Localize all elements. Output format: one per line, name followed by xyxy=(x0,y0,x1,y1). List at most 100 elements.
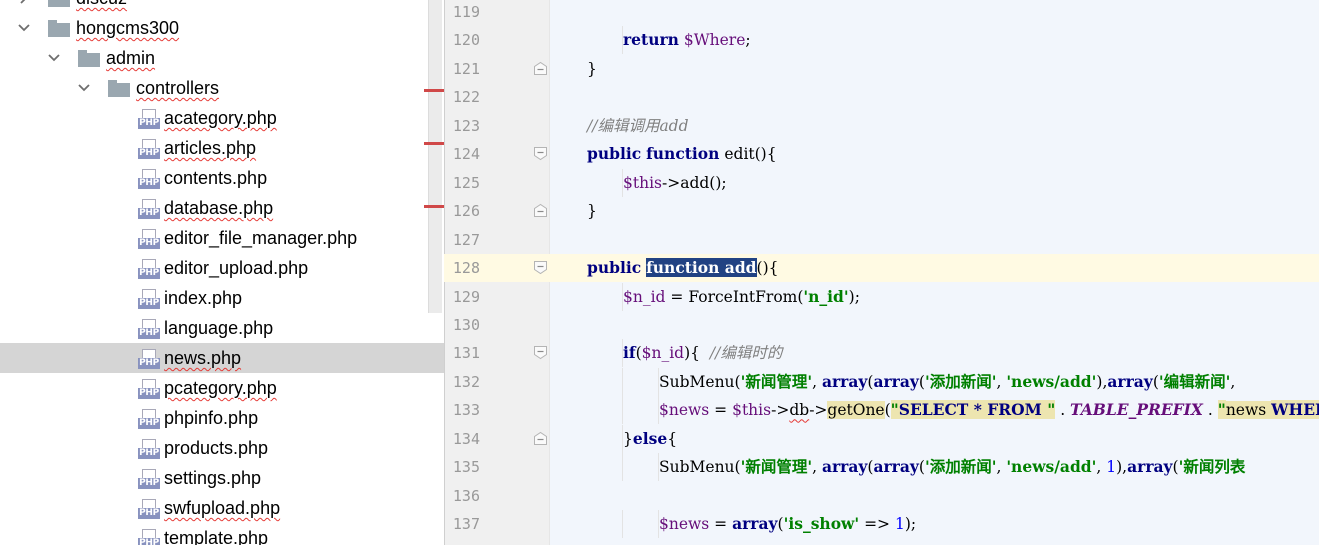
tree-file-settings[interactable]: PHP settings.php xyxy=(0,463,444,493)
code-line[interactable]: 124 public function edit(){ xyxy=(444,140,1319,168)
tree-item-label: acategory.php xyxy=(164,108,277,128)
tree-file-template[interactable]: PHP template.php xyxy=(0,523,444,545)
code-text[interactable]: public function add(){ xyxy=(587,257,779,279)
code-text[interactable]: } xyxy=(587,200,597,222)
tree-file-articles[interactable]: PHP articles.php xyxy=(0,133,444,163)
php-file-icon: PHP xyxy=(138,319,160,341)
code-text[interactable]: $news = $this->db->getOne("SELECT * FROM… xyxy=(659,399,1319,421)
tree-scrollbar[interactable] xyxy=(428,0,442,313)
code-token: . xyxy=(1055,401,1071,420)
code-text[interactable]: SubMenu('新闻管理', array(array('添加新闻', 'new… xyxy=(659,456,1245,478)
code-token: $Where xyxy=(683,31,746,50)
tree-folder-discuz[interactable]: discuz xyxy=(0,0,444,13)
tree-item-label: swfupload.php xyxy=(164,498,281,518)
code-text[interactable]: }else{ xyxy=(623,428,677,450)
fold-end-icon[interactable] xyxy=(533,431,548,446)
tree-file-phpinfo[interactable]: PHP phpinfo.php xyxy=(0,403,444,433)
code-text[interactable]: $n_id = ForceIntFrom('n_id'); xyxy=(623,286,860,308)
fold-collapse-icon[interactable] xyxy=(533,146,548,161)
code-token: $n_id xyxy=(623,287,666,306)
chevron-down-icon[interactable] xyxy=(16,20,32,36)
code-token: SubMenu( xyxy=(659,458,741,477)
tree-file-database[interactable]: PHP database.php xyxy=(0,193,444,223)
tree-folder-controllers[interactable]: controllers xyxy=(0,73,444,103)
code-text[interactable]: SubMenu('新闻管理', array(array('添加新闻', 'new… xyxy=(659,371,1240,393)
code-line[interactable]: 125 $this->add(); xyxy=(444,168,1319,197)
code-line[interactable]: 134}else{ xyxy=(444,424,1319,453)
line-number: 135 xyxy=(452,458,480,477)
tree-item-label: news.php xyxy=(164,348,242,368)
code-token: array xyxy=(873,371,919,391)
code-token: ->add(); xyxy=(662,173,727,192)
code-token: , xyxy=(1096,458,1107,477)
code-line[interactable]: 126} xyxy=(444,197,1319,225)
code-text[interactable]: if($n_id){ //编辑时的 xyxy=(623,342,782,364)
fold-collapse-icon[interactable] xyxy=(533,345,548,360)
tree-file-acategory[interactable]: PHP acategory.php xyxy=(0,103,444,133)
code-line[interactable]: 122 xyxy=(444,83,1319,111)
tree-file-index[interactable]: PHP index.php xyxy=(0,283,444,313)
code-line[interactable]: 135 SubMenu('新闻管理', array(array('添加新闻', '… xyxy=(444,453,1319,482)
tree-item-label: discuz xyxy=(76,0,127,10)
tree-item-label: admin xyxy=(106,48,156,68)
code-line[interactable]: 133 $news = $this->db->getOne("SELECT * F… xyxy=(444,396,1319,425)
code-line[interactable]: 132 SubMenu('新闻管理', array(array('添加新闻', '… xyxy=(444,367,1319,396)
code-line[interactable]: 123 //编辑调用add xyxy=(444,112,1319,140)
code-token: . xyxy=(1202,401,1218,420)
line-number: 123 xyxy=(452,116,480,135)
code-line[interactable]: 131 if($n_id){ //编辑时的 xyxy=(444,339,1319,368)
fold-end-icon[interactable] xyxy=(533,203,548,218)
code-text[interactable]: //编辑调用add xyxy=(587,115,689,137)
tree-folder-admin[interactable]: admin xyxy=(0,43,444,73)
chevron-down-icon[interactable] xyxy=(76,80,92,96)
tree-file-pcategory[interactable]: PHP pcategory.php xyxy=(0,373,444,403)
code-token: array xyxy=(821,371,868,391)
tree-file-news[interactable]: PHP news.php xyxy=(0,343,444,373)
code-line[interactable]: 121} xyxy=(444,55,1319,83)
code-token: else xyxy=(632,428,668,448)
code-line[interactable]: 128 public function add(){ xyxy=(444,254,1319,283)
error-stripe-mark[interactable] xyxy=(424,205,444,208)
php-file-icon: PHP xyxy=(138,169,160,191)
error-stripe-mark[interactable] xyxy=(424,89,444,92)
code-text[interactable]: return $Where; xyxy=(623,29,751,51)
project-tree[interactable]: discuzhongcms300admincontrollersPHPacate… xyxy=(0,0,444,545)
code-token: } xyxy=(587,202,597,221)
code-line[interactable]: 120 return $Where; xyxy=(444,26,1319,55)
error-stripe-mark[interactable] xyxy=(424,142,444,145)
code-text[interactable]: $this->add(); xyxy=(623,172,727,194)
code-line[interactable]: 137 $news = array('is_show' => 1); xyxy=(444,510,1319,539)
fold-end-icon[interactable] xyxy=(533,61,548,76)
tree-file-editor_file_manager[interactable]: PHP editor_file_manager.php xyxy=(0,223,444,253)
code-line[interactable]: 130 xyxy=(444,311,1319,339)
code-line[interactable]: 129 $n_id = ForceIntFrom('n_id'); xyxy=(444,282,1319,311)
code-token: = ForceIntFrom( xyxy=(665,287,804,306)
code-token: '新闻列表 xyxy=(1178,457,1246,477)
tree-file-editor_upload[interactable]: PHP editor_upload.php xyxy=(0,253,444,283)
line-number: 120 xyxy=(452,31,480,50)
php-file-icon: PHP xyxy=(138,349,160,371)
code-token: " xyxy=(890,400,899,420)
chevron-right-icon[interactable] xyxy=(16,0,32,6)
tree-folder-hongcms300[interactable]: hongcms300 xyxy=(0,13,444,43)
code-token: public xyxy=(587,258,642,278)
code-token: return xyxy=(623,30,679,50)
code-text[interactable]: } xyxy=(587,58,597,80)
code-token: = xyxy=(709,401,733,420)
tree-file-language[interactable]: PHP language.php xyxy=(0,313,444,343)
tree-file-contents[interactable]: PHP contents.php xyxy=(0,163,444,193)
code-token: TABLE_PREFIX xyxy=(1070,400,1203,420)
code-line[interactable]: 119 xyxy=(444,0,1319,26)
code-token: array xyxy=(821,457,868,477)
code-line[interactable]: 136 xyxy=(444,482,1319,510)
code-text[interactable]: $news = array('is_show' => 1); xyxy=(659,513,916,535)
tree-file-products[interactable]: PHP products.php xyxy=(0,433,444,463)
code-token: edit(){ xyxy=(719,145,777,164)
code-text[interactable]: public function edit(){ xyxy=(587,143,777,165)
tree-file-swfupload[interactable]: PHP swfupload.php xyxy=(0,493,444,523)
chevron-down-icon[interactable] xyxy=(46,50,62,66)
fold-collapse-icon[interactable] xyxy=(533,260,548,275)
code-line[interactable]: 127 xyxy=(444,226,1319,254)
code-token: if xyxy=(623,343,636,363)
php-file-icon: PHP xyxy=(138,529,160,545)
